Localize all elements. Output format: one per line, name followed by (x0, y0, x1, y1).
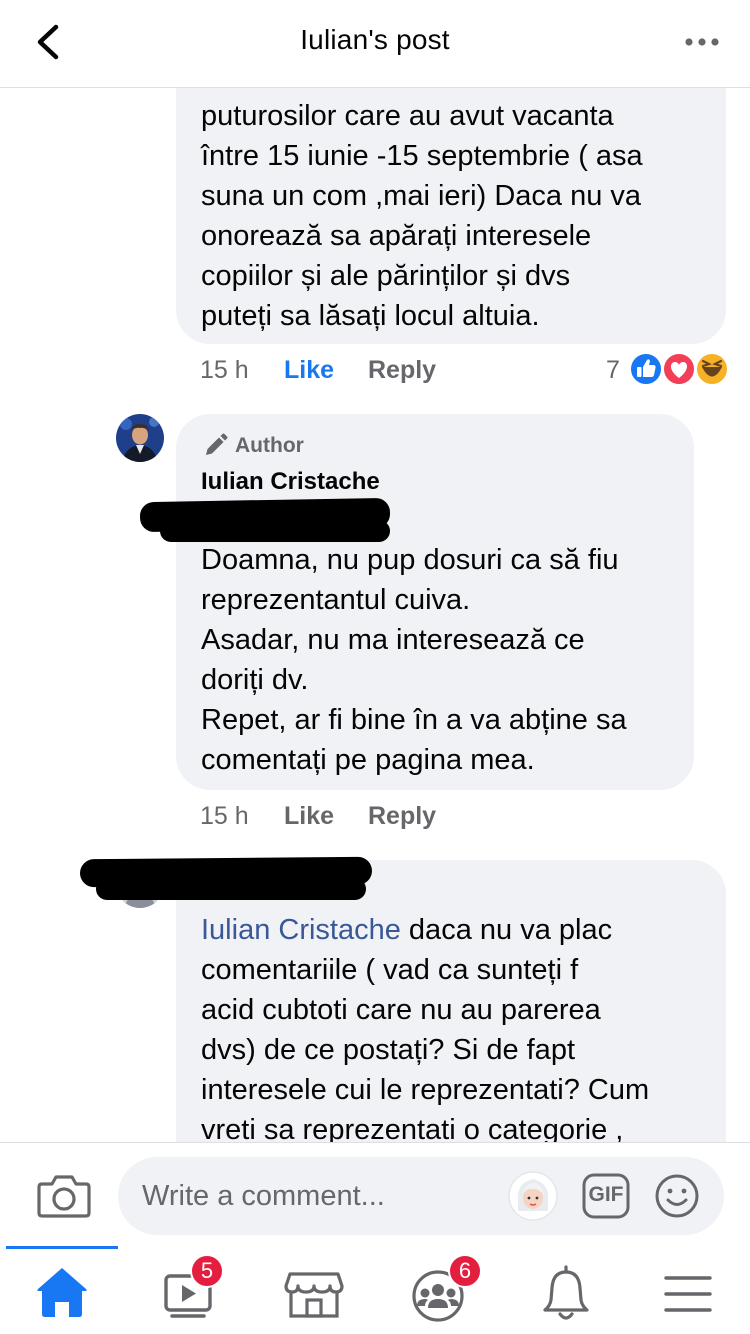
home-icon (37, 1268, 87, 1317)
tab-groups[interactable]: 6 (398, 1254, 482, 1326)
tab-notifications[interactable] (526, 1262, 606, 1326)
love-reaction-icon (662, 352, 696, 386)
comments-feed[interactable]: puturosilor care au avut vacanta între 1… (0, 88, 750, 1142)
camera-icon (37, 1175, 91, 1218)
comment-bubble[interactable]: puturosilor care au avut vacanta între 1… (176, 88, 726, 344)
comment-text-line: Asadar, nu ma interesează ce (201, 624, 585, 656)
like-button[interactable]: Like (284, 356, 334, 385)
emoji-button[interactable] (654, 1173, 700, 1219)
comment-input-box[interactable]: GIF (118, 1157, 724, 1235)
comment-text-line: interesele cui le reprezentati? Cum (201, 1074, 650, 1106)
like-button[interactable]: Like (284, 802, 334, 831)
more-horizontal-icon (685, 38, 719, 46)
comment-time: 15 h (200, 802, 249, 830)
comment-text-fragment: daca nu va plac (400, 914, 613, 946)
comment-bubble[interactable]: Author Iulian Cristache Doamna, nu pup d… (176, 414, 694, 790)
comment-text-line: comentariile ( vad ca sunteți f (201, 954, 579, 986)
tab-watch[interactable]: 5 (148, 1254, 228, 1326)
comment-author-name[interactable]: Iulian Cristache (201, 468, 380, 496)
comment-composer: GIF (0, 1142, 750, 1246)
pencil-icon (206, 433, 228, 455)
top-bar: Iulian's post (0, 0, 750, 88)
mention-link[interactable]: Iulian Cristache (201, 914, 401, 946)
gif-button[interactable]: GIF (582, 1173, 630, 1219)
bell-icon (543, 1265, 589, 1320)
reactions-summary[interactable] (628, 350, 732, 388)
comment-text-line: acid cubtoti care nu au parerea (201, 994, 601, 1026)
comment-bubble[interactable]: Iulian Cristache daca nu va plac comenta… (176, 860, 726, 1142)
author-badge-label: Author (235, 434, 304, 457)
like-reaction-icon (629, 352, 663, 386)
author-avatar-image (116, 414, 164, 462)
reply-button[interactable]: Reply (368, 356, 436, 385)
notification-badge: 5 (190, 1254, 224, 1288)
bottom-tab-bar: 5 6 (0, 1246, 750, 1334)
avatar[interactable] (116, 414, 164, 462)
haha-reaction-icon (695, 352, 729, 386)
comment-text-line: Doamna, nu pup dosuri ca să fiu (201, 544, 619, 576)
active-tab-indicator (6, 1246, 118, 1249)
comment-actions: 15 h Like Reply (200, 802, 600, 838)
tab-marketplace[interactable] (274, 1262, 354, 1326)
reaction-count[interactable]: 7 (606, 356, 620, 385)
smiley-icon (655, 1174, 699, 1218)
comment-text-line: suna un com ,mai ieri) Daca nu va (201, 180, 642, 212)
page-title: Iulian's post (300, 24, 450, 55)
comment-text-line: reprezentantul cuiva. (201, 584, 471, 616)
notification-badge: 6 (448, 1254, 482, 1288)
redaction-mark (96, 878, 366, 900)
comment-actions: 15 h Like Reply 7 (200, 352, 740, 392)
comment-text-line: vreti sa reprezentati o categorie , (201, 1114, 624, 1142)
comment-text-line: comentați pe pagina mea. (201, 744, 535, 776)
comment-text-line: doriți dv. (201, 664, 309, 696)
avatar-sticker-icon (508, 1171, 558, 1221)
comment-text-line: Repet, ar fi bine în a va abține sa (201, 704, 627, 736)
comment-text-line: între 15 iunie -15 septembrie ( asa (201, 140, 643, 172)
avatar-sticker-button[interactable] (508, 1171, 558, 1221)
comment-input[interactable] (142, 1173, 482, 1219)
tab-menu[interactable] (648, 1262, 728, 1326)
comment-text-line: dvs) de ce postați? Si de fapt (201, 1034, 575, 1066)
tab-home[interactable] (22, 1262, 102, 1326)
redaction-mark (160, 520, 390, 542)
camera-button[interactable] (36, 1173, 92, 1219)
more-button[interactable] (684, 30, 720, 54)
reply-button[interactable]: Reply (368, 802, 436, 831)
comment-text-line: copiilor și ale părinților și dvs (201, 260, 571, 292)
comment-text-line: puturosilor care au avut vacanta (201, 100, 614, 132)
comment-text-line: onorează sa apărați interesele (201, 220, 592, 252)
comment-text-line: puteți sa lăsați locul altuia. (201, 300, 540, 332)
marketplace-icon (284, 1272, 344, 1318)
comment-time: 15 h (200, 356, 249, 384)
menu-icon (664, 1276, 712, 1312)
gif-label: GIF (588, 1183, 624, 1206)
comment-first-line: Iulian Cristache daca nu va plac (201, 910, 726, 950)
